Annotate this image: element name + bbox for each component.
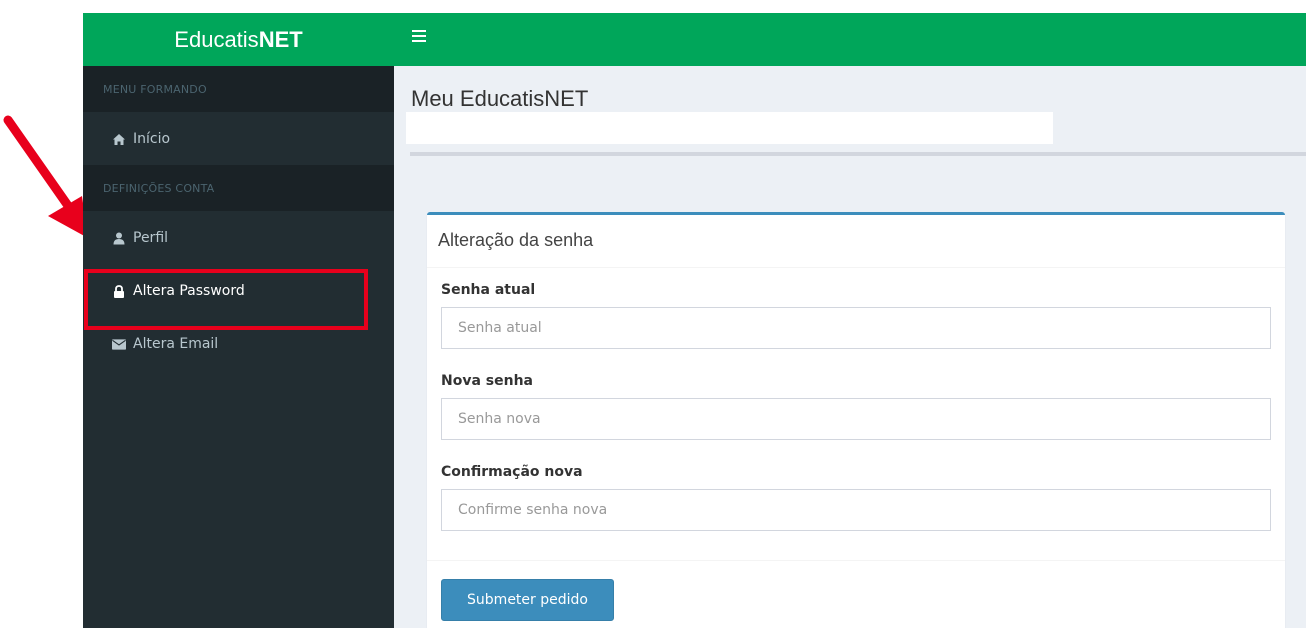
confirm-password-label: Confirmação nova [441, 464, 583, 480]
top-navbar [394, 13, 1306, 66]
sidebar-item-altera-password[interactable]: Altera Password [83, 264, 394, 317]
brand-logo[interactable]: Educatis NET [83, 13, 394, 66]
envelope-icon [112, 337, 126, 351]
sidebar-item-perfil[interactable]: Perfil [83, 211, 394, 264]
sidebar-item-label: Perfil [133, 230, 169, 246]
submit-button[interactable]: Submeter pedido [441, 579, 614, 621]
user-icon [112, 231, 126, 245]
current-password-group: Senha atual Senha atual [441, 282, 1271, 349]
current-password-label: Senha atual [441, 282, 536, 298]
redacted-strip [406, 112, 1053, 144]
password-change-box: Alteração da senha Senha atual Senha atu… [427, 212, 1285, 628]
sidebar-item-label: Altera Email [133, 336, 219, 352]
new-password-input[interactable]: Senha nova [441, 398, 1271, 440]
new-password-label: Nova senha [441, 373, 533, 389]
menu-toggle-icon[interactable] [412, 30, 426, 44]
sidebar-item-inicio[interactable]: Início [83, 112, 394, 165]
new-password-group: Nova senha Senha nova [441, 373, 1271, 440]
sidebar-header-definicoes-conta: DEFINIÇÕES CONTA [83, 165, 394, 211]
current-password-input[interactable]: Senha atual [441, 307, 1271, 349]
page-title: Meu EducatisNET [411, 86, 589, 111]
home-icon [112, 132, 126, 146]
title-divider [410, 152, 1306, 156]
confirm-password-input[interactable]: Confirme senha nova [441, 489, 1271, 531]
confirm-password-group: Confirmação nova Confirme senha nova [441, 464, 1271, 531]
sidebar: MENU FORMANDO Início DEFINIÇÕES CONTA Pe… [83, 66, 394, 628]
sidebar-header-menu-formando: MENU FORMANDO [83, 66, 394, 112]
box-title: Alteração da senha [427, 215, 1285, 268]
main-content: Meu EducatisNET Alteração da senha Senha… [394, 66, 1306, 628]
sidebar-item-altera-email[interactable]: Altera Email [83, 317, 394, 370]
lock-icon [112, 284, 126, 298]
sidebar-item-label: Início [133, 131, 171, 147]
brand-name-regular: Educatis [174, 26, 259, 52]
sidebar-item-label: Altera Password [133, 283, 245, 299]
brand-name-bold: NET [258, 26, 303, 52]
